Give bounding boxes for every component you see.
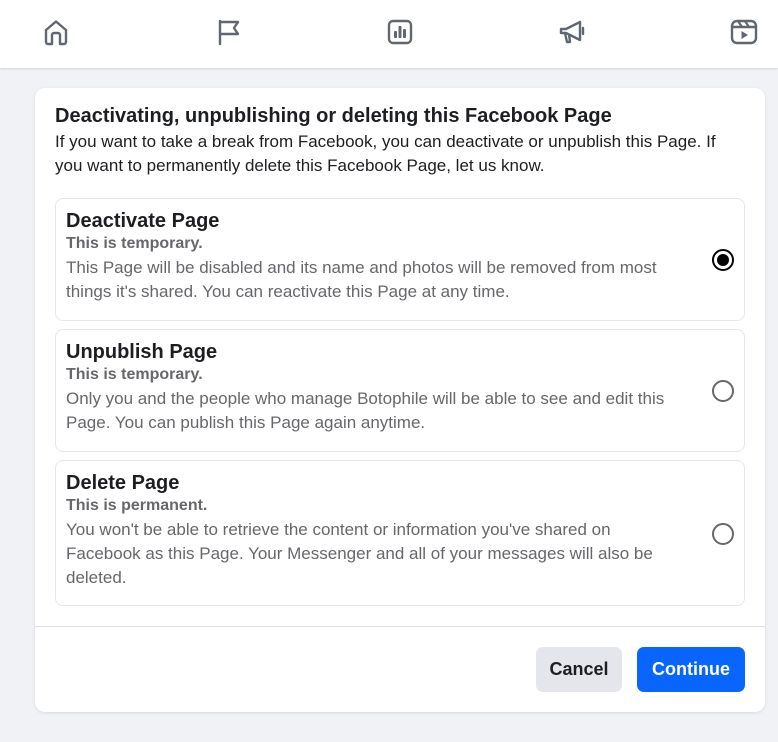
home-nav-button[interactable] [36, 12, 76, 52]
option-title: Deactivate Page [66, 210, 220, 232]
pages-nav-button[interactable] [208, 12, 248, 52]
home-icon [44, 20, 68, 46]
megaphone-icon [559, 20, 585, 44]
option-title: Unpublish Page [66, 341, 218, 363]
option-delete-page[interactable]: Delete Page This is permanent. You won't… [55, 460, 745, 606]
flag-icon [218, 19, 240, 46]
delete-page-dialog: Deactivating, unpublishing or deleting t… [35, 88, 765, 712]
reels-icon [730, 19, 758, 45]
top-navigation-bar [0, 0, 778, 68]
reels-nav-button[interactable] [724, 12, 764, 52]
option-deactivate-page[interactable]: Deactivate Page This is temporary. This … [55, 198, 745, 321]
option-text: Deactivate Page This is temporary. This … [66, 209, 686, 304]
option-subtitle: This is temporary. [66, 235, 203, 252]
option-subtitle: This is temporary. [66, 366, 203, 383]
option-text: Delete Page This is permanent. You won't… [66, 471, 686, 590]
unpublish-radio-button[interactable] [712, 380, 734, 402]
delete-radio-button[interactable] [712, 523, 734, 545]
option-text: Unpublish Page This is temporary. Only y… [66, 340, 686, 435]
ads-nav-button[interactable] [552, 12, 592, 52]
insights-nav-button[interactable] [380, 12, 420, 52]
option-unpublish-page[interactable]: Unpublish Page This is temporary. Only y… [55, 329, 745, 452]
option-description: You won't be able to retrieve the conten… [66, 520, 653, 587]
option-subtitle: This is permanent. [66, 497, 208, 514]
continue-button[interactable]: Continue [637, 647, 745, 692]
option-description: This Page will be disabled and its name … [66, 258, 657, 301]
option-title: Delete Page [66, 472, 180, 494]
cancel-button[interactable]: Cancel [536, 647, 622, 692]
deactivate-radio-button[interactable] [712, 249, 734, 271]
dialog-title: Deactivating, unpublishing or deleting t… [55, 105, 612, 127]
insights-icon [387, 19, 413, 45]
dialog-header: Deactivating, unpublishing or deleting t… [55, 104, 745, 178]
dialog-description: If you want to take a break from Faceboo… [55, 132, 716, 175]
option-description: Only you and the people who manage Botop… [66, 389, 665, 432]
dialog-divider [35, 626, 765, 627]
